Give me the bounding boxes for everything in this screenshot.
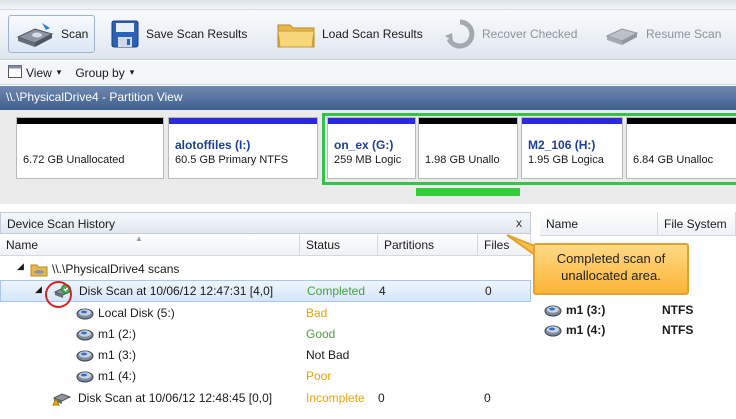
disk-icon	[544, 303, 562, 320]
file-column-header-name[interactable]: Name	[540, 212, 658, 236]
expand-triangle-icon[interactable]: ◢	[17, 261, 24, 272]
partition-bar	[522, 118, 622, 124]
group-by-label: Group by	[75, 65, 125, 80]
save-scan-results-label: Save Scan Results	[146, 27, 248, 41]
column-header-partitions[interactable]: Partitions	[378, 234, 478, 256]
disk-icon	[544, 323, 562, 340]
partition-detail: 1.95 GB Logica	[528, 154, 604, 166]
partition-detail: 60.5 GB Primary NTFS	[175, 154, 289, 166]
partition-bar	[169, 118, 317, 124]
partition-m2-106[interactable]: M2_106 (H:) 1.95 GB Logica	[521, 117, 623, 179]
file-row-m1-4[interactable]: m1 (4:) NTFS	[540, 320, 736, 340]
disk-scan-warning-icon	[52, 390, 72, 409]
partition-unallocated-2[interactable]: 1.98 GB Unallo	[418, 117, 518, 179]
save-scan-results-button[interactable]: Save Scan Results	[104, 15, 253, 53]
resume-scan-label: Resume Scan	[646, 27, 722, 41]
scan-button[interactable]: Scan	[8, 15, 96, 53]
tree-row-m1-3[interactable]: m1 (3:) Not Bad	[0, 344, 531, 366]
chevron-down-icon: ▾	[56, 67, 62, 77]
partition-detail: 6.72 GB Unallocated	[23, 154, 125, 166]
view-icon	[8, 64, 22, 81]
disk-scan-ok-icon	[53, 283, 73, 304]
tree-row-m1-2[interactable]: m1 (2:) Good	[0, 323, 531, 345]
disk-icon	[76, 348, 94, 365]
close-icon[interactable]: x	[516, 216, 522, 230]
partition-bar	[419, 118, 517, 124]
disk-icon	[76, 369, 94, 386]
partition-on-ex[interactable]: on_ex (G:) 259 MB Logic	[327, 117, 416, 179]
group-by-menu[interactable]: Group by ▾	[75, 66, 134, 80]
disk-icon	[76, 327, 94, 344]
tree-row-drive-scans[interactable]: ◢ \\.\PhysicalDrive4 scans	[0, 258, 531, 280]
column-header-status[interactable]: Status	[300, 234, 378, 256]
partition-detail: 259 MB Logic	[334, 154, 402, 166]
tree-row-local-disk[interactable]: Local Disk (5:) Bad	[0, 302, 531, 324]
partition-bar	[17, 118, 163, 124]
column-header-name[interactable]: ▲ Name	[0, 234, 300, 256]
partition-bar	[627, 118, 736, 124]
unallocated-scan-indicator	[416, 188, 520, 196]
device-scan-history-header: Device Scan History x	[0, 212, 531, 234]
disk-icon	[76, 306, 94, 323]
main-toolbar: Scan Save Scan Results Load Scan Results	[0, 0, 736, 60]
load-scan-results-button[interactable]: Load Scan Results	[270, 15, 429, 53]
partition-bar	[328, 118, 415, 124]
partition-label: on_ex (G:)	[334, 138, 394, 152]
partition-alotoffiles[interactable]: alotoffiles (I:) 60.5 GB Primary NTFS	[168, 117, 318, 179]
scan-icon	[15, 20, 55, 48]
sort-arrow-icon: ▲	[135, 234, 143, 243]
device-scan-history-title: Device Scan History	[7, 217, 116, 231]
recover-icon	[444, 19, 476, 49]
partition-unallocated-1[interactable]: 6.72 GB Unallocated	[16, 117, 164, 179]
file-column-header-file-system[interactable]: File System	[658, 212, 736, 236]
resume-scan-button[interactable]: Resume Scan	[598, 15, 727, 53]
view-bar: View ▾ Group by ▾	[0, 61, 736, 85]
partition-label: alotoffiles (I:)	[175, 138, 251, 152]
tree-row-m1-4[interactable]: m1 (4:) Poor	[0, 365, 531, 387]
chevron-down-icon: ▾	[129, 67, 135, 77]
scan-label: Scan	[61, 27, 89, 41]
partition-detail: 1.98 GB Unallo	[425, 154, 500, 166]
drive-folder-icon	[30, 261, 48, 280]
save-icon	[110, 19, 140, 49]
partition-unallocated-3[interactable]: 6.84 GB Unalloc	[626, 117, 736, 179]
view-label: View	[26, 65, 52, 80]
partition-label: M2_106 (H:)	[528, 138, 596, 152]
callout-note: Completed scan of unallocated area.	[533, 243, 689, 295]
folder-icon	[276, 19, 316, 49]
tree-row-scan-completed[interactable]: ◢ Disk Scan at 10/06/12 12:47:31 [4,0] C…	[0, 280, 531, 302]
expand-triangle-icon[interactable]: ◢	[35, 284, 42, 295]
recover-checked-label: Recover Checked	[482, 27, 578, 41]
file-row-m1-3[interactable]: m1 (3:) NTFS	[540, 300, 736, 320]
resume-scan-icon	[604, 20, 640, 48]
partition-detail: 6.84 GB Unalloc	[633, 154, 714, 166]
partition-view-title: \\.\PhysicalDrive4 - Partition View	[0, 86, 736, 110]
load-scan-results-label: Load Scan Results	[322, 27, 423, 41]
tree-row-scan-incomplete[interactable]: Disk Scan at 10/06/12 12:48:45 [0,0] Inc…	[0, 387, 531, 409]
recover-checked-button[interactable]: Recover Checked	[438, 15, 583, 53]
toolbar-top-strip	[0, 0, 736, 10]
view-menu[interactable]: View ▾	[8, 64, 62, 81]
